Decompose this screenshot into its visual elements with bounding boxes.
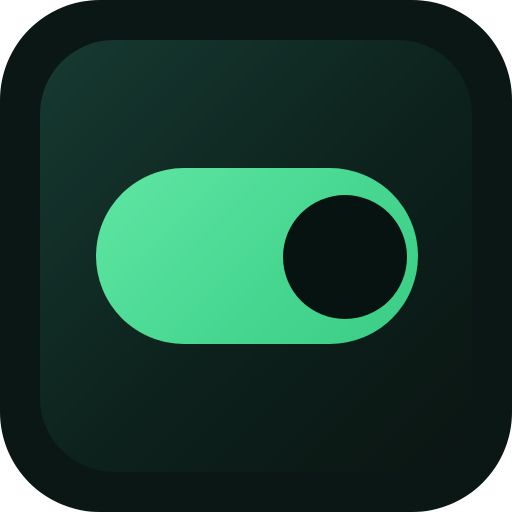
toggle-knob <box>283 195 407 319</box>
toggle-switch-icon <box>0 0 512 512</box>
